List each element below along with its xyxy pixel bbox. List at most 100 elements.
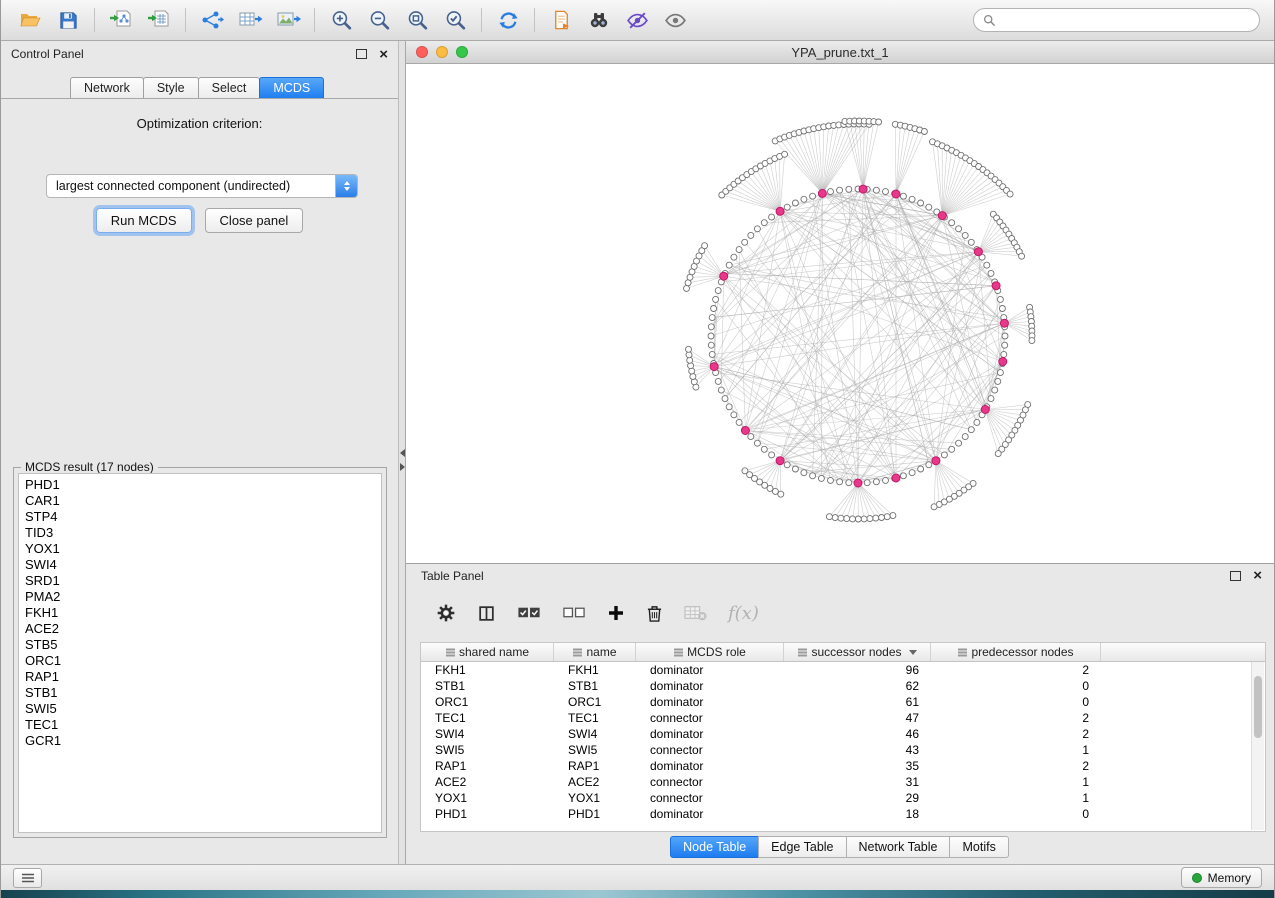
table-row[interactable]: TEC1TEC1connector472 xyxy=(421,710,1265,726)
table-scrollbar[interactable] xyxy=(1251,662,1264,830)
tab-network[interactable]: Network xyxy=(70,77,144,98)
export-image-button[interactable] xyxy=(269,4,307,36)
result-node-item[interactable]: GCR1 xyxy=(25,733,381,749)
result-node-item[interactable]: SRD1 xyxy=(25,573,381,589)
dropdown-stepper-icon xyxy=(335,175,357,197)
export-network-button[interactable] xyxy=(193,4,231,36)
show-all-button[interactable] xyxy=(656,4,694,36)
tab-edge-table[interactable]: Edge Table xyxy=(758,836,846,858)
network-canvas[interactable] xyxy=(406,64,1274,563)
result-node-item[interactable]: ACE2 xyxy=(25,621,381,637)
collapse-left-icon[interactable] xyxy=(400,449,405,457)
export-image-icon xyxy=(275,8,301,32)
add-row-button[interactable] xyxy=(607,604,625,622)
open-file-button[interactable] xyxy=(11,4,49,36)
search-input[interactable] xyxy=(1002,12,1250,28)
result-node-item[interactable]: TID3 xyxy=(25,525,381,541)
result-node-item[interactable]: PMA2 xyxy=(25,589,381,605)
zoom-selected-button[interactable] xyxy=(436,4,474,36)
result-node-item[interactable]: FKH1 xyxy=(25,605,381,621)
column-header-shared-name[interactable]: shared name xyxy=(421,643,554,661)
table-scrollbar-thumb[interactable] xyxy=(1254,676,1262,738)
import-table-from-file-button[interactable] xyxy=(140,4,178,36)
paste-document-button[interactable] xyxy=(542,4,580,36)
column-header-MCDS-role[interactable]: MCDS role xyxy=(636,643,784,661)
result-node-item[interactable]: YOX1 xyxy=(25,541,381,557)
gear-icon xyxy=(436,603,456,623)
column-header-name[interactable]: name xyxy=(554,643,636,661)
result-node-item[interactable]: PHD1 xyxy=(25,477,381,493)
search-box[interactable] xyxy=(973,8,1260,32)
node-table: shared namenameMCDS rolesuccessor nodesp… xyxy=(420,642,1266,832)
network-window-titlebar[interactable]: YPA_prune.txt_1 xyxy=(406,41,1274,64)
table-cell: SWI5 xyxy=(421,743,554,757)
toolbar-separator xyxy=(481,8,482,32)
float-table-panel-icon[interactable] xyxy=(1230,571,1241,581)
table-row[interactable]: ORC1ORC1dominator610 xyxy=(421,694,1265,710)
import-network-from-file-button[interactable] xyxy=(102,4,140,36)
table-cell: dominator xyxy=(636,695,784,709)
columns-icon xyxy=(477,604,496,623)
import-table-icon xyxy=(146,8,172,32)
table-row[interactable]: FKH1FKH1dominator962 xyxy=(421,662,1265,678)
refresh-view-button[interactable] xyxy=(489,4,527,36)
result-node-item[interactable]: SWI4 xyxy=(25,557,381,573)
zoom-fit-button[interactable] xyxy=(398,4,436,36)
first-neighbors-button[interactable] xyxy=(580,4,618,36)
table-row[interactable]: ACE2ACE2connector311 xyxy=(421,774,1265,790)
result-node-item[interactable]: STP4 xyxy=(25,509,381,525)
table-row[interactable]: SWI4SWI4dominator462 xyxy=(421,726,1265,742)
network-graph[interactable] xyxy=(406,64,1274,563)
zoom-out-button[interactable] xyxy=(360,4,398,36)
tab-select[interactable]: Select xyxy=(198,77,261,98)
delete-row-button[interactable] xyxy=(646,604,663,623)
close-panel-icon[interactable]: × xyxy=(379,47,388,62)
table-row[interactable]: PHD1PHD1dominator180 xyxy=(421,806,1265,822)
result-node-item[interactable]: ORC1 xyxy=(25,653,381,669)
binoculars-icon xyxy=(586,8,612,32)
result-node-item[interactable]: STB5 xyxy=(25,637,381,653)
mcds-result-list[interactable]: PHD1CAR1STP4TID3YOX1SWI4SRD1PMA2FKH1ACE2… xyxy=(18,473,382,833)
result-node-item[interactable]: SWI5 xyxy=(25,701,381,717)
tab-motifs[interactable]: Motifs xyxy=(949,836,1008,858)
column-header-successor-nodes[interactable]: successor nodes xyxy=(784,643,931,661)
vertical-splitter[interactable] xyxy=(398,41,406,864)
deselect-all-button[interactable] xyxy=(562,604,586,622)
save-session-button[interactable] xyxy=(49,4,87,36)
hide-selected-button[interactable] xyxy=(618,4,656,36)
table-cell: dominator xyxy=(636,679,784,693)
run-mcds-button[interactable]: Run MCDS xyxy=(96,208,192,233)
status-menu-button[interactable] xyxy=(13,868,42,888)
delete-table-button[interactable] xyxy=(684,604,707,622)
tab-network-table[interactable]: Network Table xyxy=(846,836,951,858)
close-panel-button[interactable]: Close panel xyxy=(205,208,304,233)
memory-button[interactable]: Memory xyxy=(1181,867,1262,888)
result-node-item[interactable]: TEC1 xyxy=(25,717,381,733)
table-row[interactable]: SWI5SWI5connector431 xyxy=(421,742,1265,758)
column-header-predecessor-nodes[interactable]: predecessor nodes xyxy=(931,643,1101,661)
table-row[interactable]: STB1STB1dominator620 xyxy=(421,678,1265,694)
float-panel-icon[interactable] xyxy=(356,49,367,59)
select-all-button[interactable] xyxy=(517,604,541,622)
table-row[interactable]: YOX1YOX1connector291 xyxy=(421,790,1265,806)
function-builder-button[interactable]: f(x) xyxy=(728,603,759,624)
result-node-item[interactable]: CAR1 xyxy=(25,493,381,509)
settings-button[interactable] xyxy=(436,603,456,623)
result-node-item[interactable]: STB1 xyxy=(25,685,381,701)
close-table-panel-icon[interactable]: × xyxy=(1253,568,1262,583)
open-file-icon xyxy=(18,8,42,32)
tab-node-table[interactable]: Node Table xyxy=(670,836,759,858)
table-row[interactable]: RAP1RAP1dominator352 xyxy=(421,758,1265,774)
tab-style[interactable]: Style xyxy=(143,77,199,98)
table-cell: 96 xyxy=(784,663,931,677)
criterion-dropdown[interactable]: largest connected component (undirected) xyxy=(46,174,358,198)
result-node-item[interactable]: RAP1 xyxy=(25,669,381,685)
zoom-in-button[interactable] xyxy=(322,4,360,36)
column-header-filler xyxy=(1101,643,1265,661)
save-icon xyxy=(57,9,80,32)
control-panel-header: Control Panel × xyxy=(1,41,398,67)
collapse-right-icon[interactable] xyxy=(400,463,405,471)
show-columns-button[interactable] xyxy=(477,604,496,623)
tab-mcds[interactable]: MCDS xyxy=(259,77,324,98)
export-table-button[interactable] xyxy=(231,4,269,36)
